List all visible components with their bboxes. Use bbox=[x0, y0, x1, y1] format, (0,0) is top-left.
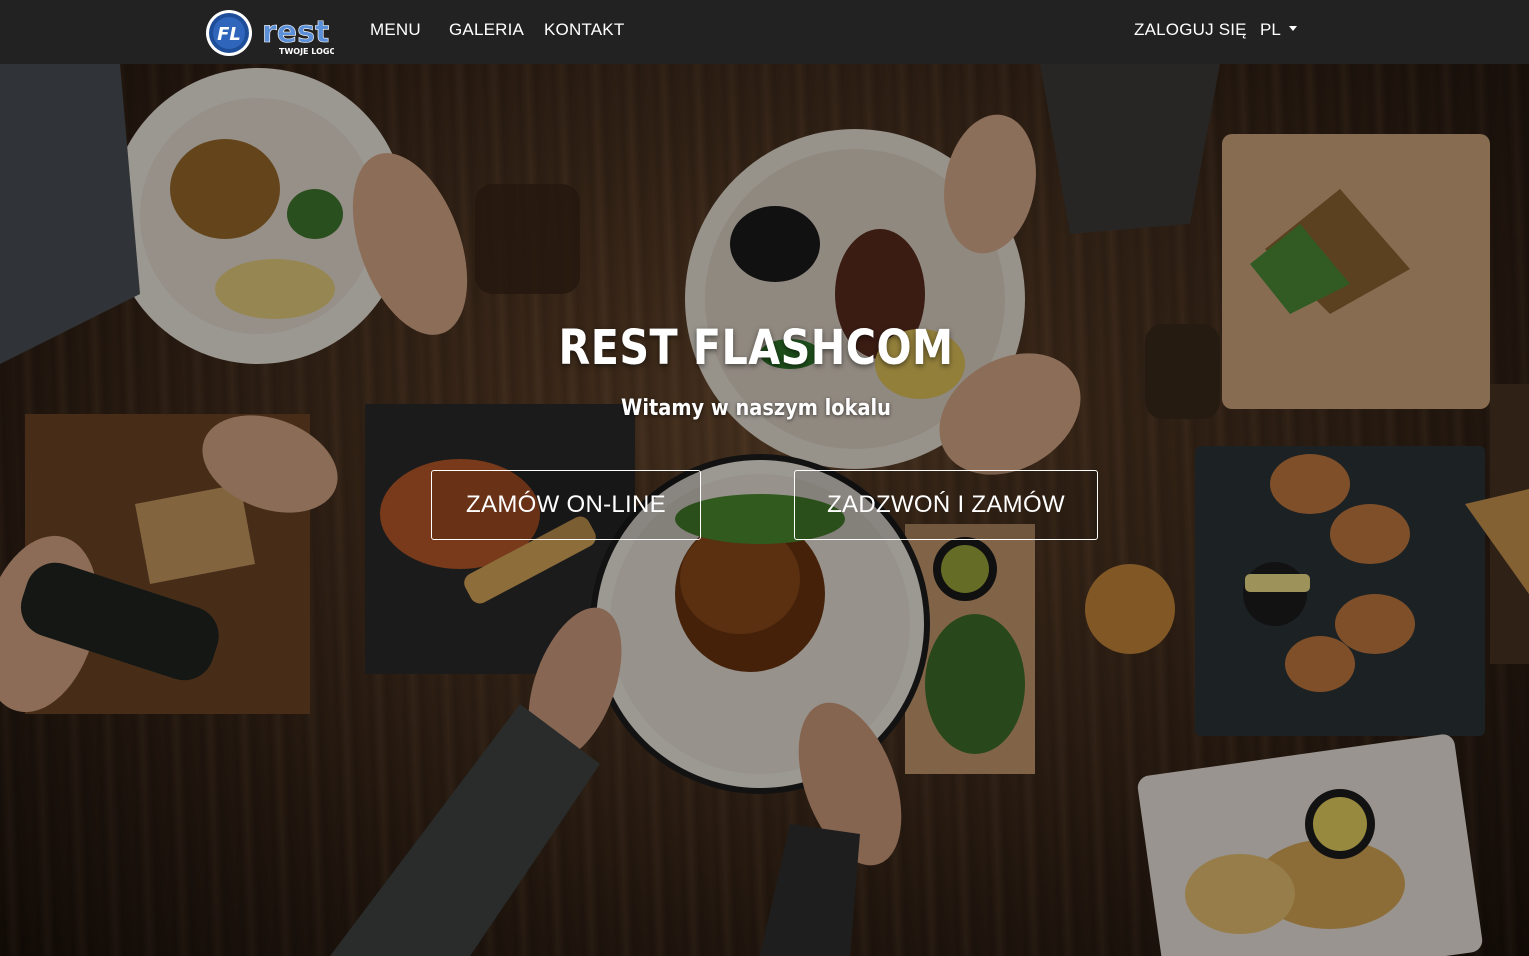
hero-section: REST FLASHCOM Witamy w naszym lokalu ZAM… bbox=[0, 64, 1529, 956]
call-and-order-button[interactable]: ZADZWOŃ I ZAMÓW bbox=[794, 470, 1098, 540]
hero-dark-overlay bbox=[0, 64, 1529, 956]
logo-wordmark: rest bbox=[262, 15, 329, 50]
logo-icon: FL rest TWOJE LOGO bbox=[206, 10, 336, 56]
logo-badge-text: FL bbox=[217, 24, 241, 45]
brand-logo[interactable]: FL rest TWOJE LOGO bbox=[204, 8, 336, 58]
login-link[interactable]: ZALOGUJ SIĘ bbox=[1134, 20, 1247, 40]
language-dropdown[interactable]: PL bbox=[1260, 20, 1297, 40]
logo-tagline: TWOJE LOGO bbox=[279, 47, 334, 56]
hero-subtitle: Witamy w naszym lokalu bbox=[621, 396, 891, 421]
nav-link-galeria[interactable]: GALERIA bbox=[449, 20, 524, 40]
top-navbar: FL rest TWOJE LOGO MENU GALERIA KONTAKT … bbox=[0, 0, 1529, 64]
nav-link-kontakt[interactable]: KONTAKT bbox=[544, 20, 624, 40]
nav-link-menu[interactable]: MENU bbox=[370, 20, 421, 40]
chevron-down-icon bbox=[1288, 26, 1297, 32]
hero-title: REST FLASHCOM bbox=[558, 320, 954, 376]
language-label: PL bbox=[1260, 20, 1281, 39]
order-online-button[interactable]: ZAMÓW ON-LINE bbox=[431, 470, 701, 540]
page: FL rest TWOJE LOGO MENU GALERIA KONTAKT … bbox=[0, 0, 1529, 956]
